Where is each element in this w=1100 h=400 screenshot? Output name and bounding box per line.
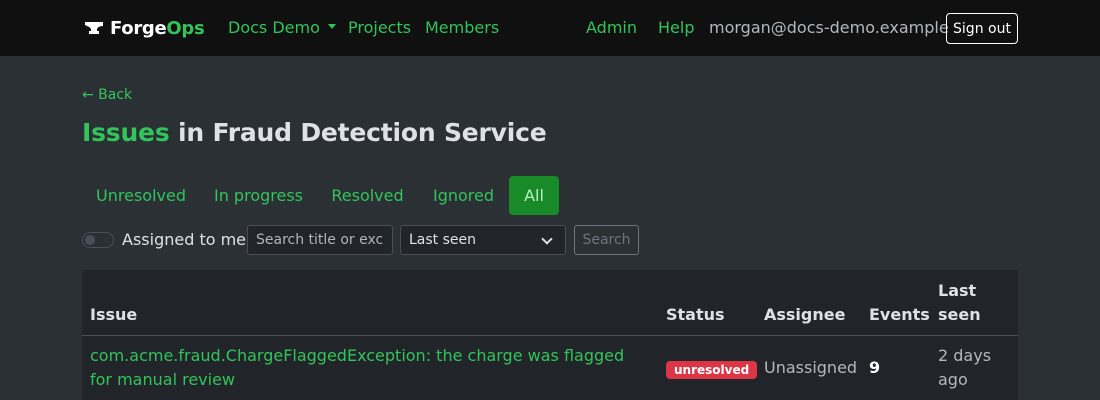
brand-name: ForgeOps <box>110 17 205 39</box>
chevron-down-icon <box>541 233 553 245</box>
tab-unresolved[interactable]: Unresolved <box>82 176 200 215</box>
nav-projects[interactable]: Projects <box>348 18 411 38</box>
page-title-project: in Fraud Detection Service <box>169 118 547 147</box>
issues-table: Issue Status Assignee Events Last seen c… <box>82 270 1018 400</box>
back-link[interactable]: ← Back <box>82 87 132 103</box>
tab-resolved[interactable]: Resolved <box>317 176 418 215</box>
status-badge: unresolved <box>666 361 758 379</box>
user-email: morgan@docs-demo.example <box>709 18 949 37</box>
issue-title-link[interactable]: com.acme.fraud.ChargeFlaggedException: t… <box>90 344 650 392</box>
page-title-accent: Issues <box>82 118 170 147</box>
search-input[interactable] <box>247 225 393 255</box>
nav-admin[interactable]: Admin <box>586 18 637 38</box>
last-seen-value: 2 days ago <box>938 346 992 389</box>
top-navbar: ForgeOps Docs Demo Projects Members Admi… <box>0 0 1100 56</box>
assigned-to-me-label: Assigned to me <box>122 230 247 249</box>
assigned-to-me-toggle[interactable] <box>82 232 114 248</box>
caret-down-icon <box>327 24 336 29</box>
sort-select[interactable]: Last seen <box>400 225 566 255</box>
column-header-events: Events <box>869 305 930 324</box>
column-header-last-seen: Last seen <box>938 281 981 324</box>
column-header-assignee: Assignee <box>764 305 846 324</box>
events-count: 9 <box>869 358 881 377</box>
page-title: Issues in Fraud Detection Service <box>82 118 547 147</box>
tab-ignored[interactable]: Ignored <box>418 176 509 215</box>
tab-all[interactable]: All <box>509 176 559 215</box>
sort-select-value: Last seen <box>409 232 477 248</box>
sign-out-button[interactable]: Sign out <box>946 13 1018 44</box>
org-dropdown-label: Docs Demo <box>228 18 320 37</box>
toggle-knob <box>85 235 95 245</box>
column-header-status: Status <box>666 305 725 324</box>
nav-help[interactable]: Help <box>658 18 694 38</box>
search-button[interactable]: Search <box>574 225 639 255</box>
assignee-value: Unassigned <box>764 358 858 377</box>
anvil-icon <box>85 22 103 34</box>
tab-in-progress[interactable]: In progress <box>200 176 317 215</box>
header-divider <box>82 335 1018 336</box>
org-dropdown[interactable]: Docs Demo <box>228 18 336 38</box>
brand-logo[interactable]: ForgeOps <box>84 16 205 40</box>
nav-members[interactable]: Members <box>425 18 499 38</box>
column-header-issue: Issue <box>90 305 138 324</box>
